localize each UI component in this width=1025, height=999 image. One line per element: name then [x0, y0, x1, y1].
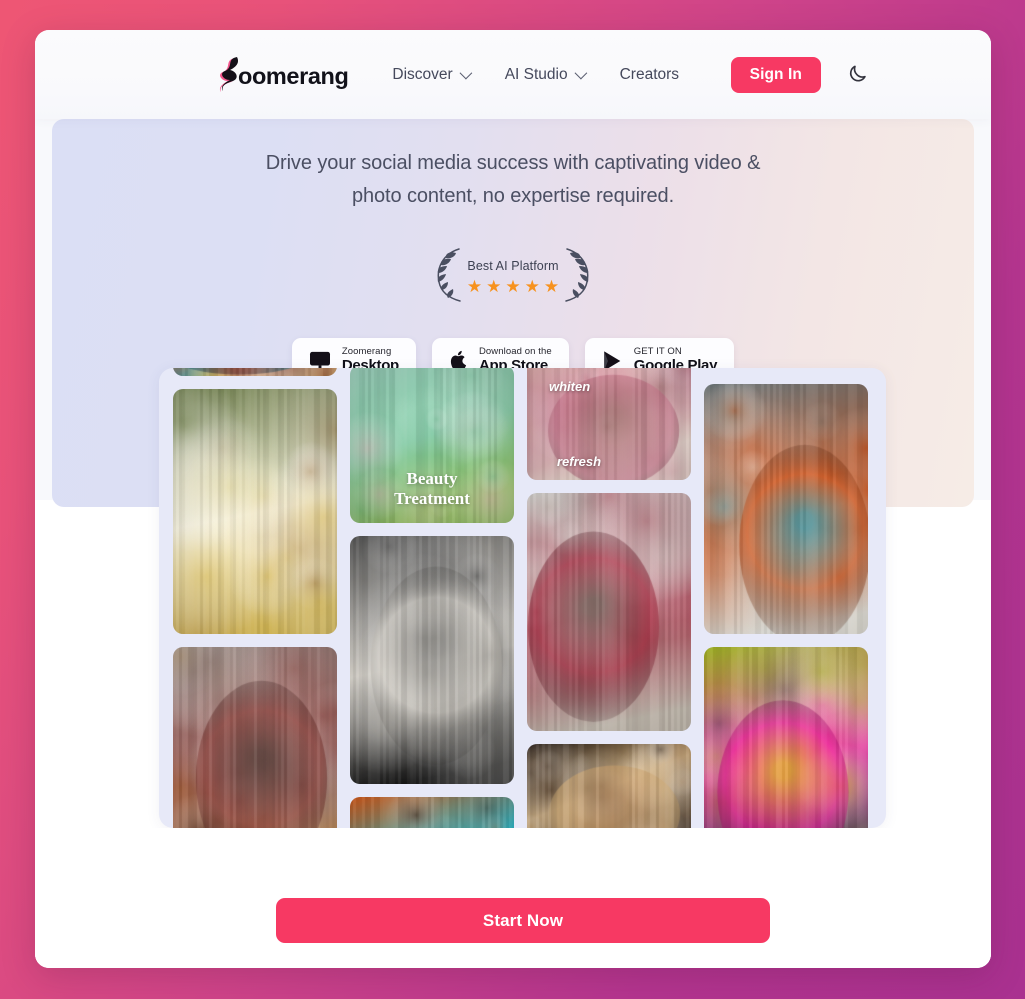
- site-header: oomerang Discover AI Studio Creators Sig…: [35, 30, 991, 119]
- nav-item-ai-studio[interactable]: AI Studio: [504, 65, 587, 84]
- gallery-card-horse-model-bw[interactable]: [350, 536, 514, 784]
- dark-mode-toggle-button[interactable]: [841, 59, 873, 91]
- gallery-column-1: [173, 368, 337, 828]
- nav-item-discover[interactable]: Discover: [392, 65, 472, 84]
- gallery-card-pink-pants-dance-thumbnail: [704, 647, 868, 828]
- desktop-button-top-label: Zoomerang: [341, 346, 392, 358]
- gallery-column-4: [704, 384, 868, 828]
- gallery-card-lips-closeup-thumbnail: [527, 368, 691, 480]
- gallery-card-horse-model-bw-thumbnail: [350, 536, 514, 784]
- chevron-down-icon: [459, 66, 472, 80]
- award-star-5-icon: ★: [543, 277, 560, 296]
- gallery-grid: Beauty Treatment whiten refresh: [173, 368, 873, 828]
- nav-item-creators-label: Creators: [619, 65, 680, 83]
- start-now-button[interactable]: Start Now: [276, 898, 770, 943]
- award-badge: Best AI Platform ★ ★ ★ ★ ★: [429, 246, 597, 308]
- gallery-card-red-dress-dance-thumbnail: [527, 493, 691, 731]
- gallery-card-redhead-fashion[interactable]: [704, 384, 868, 634]
- gallery-card-pink-pants-dance[interactable]: [704, 647, 868, 828]
- laurel-wreath-right-icon: [563, 246, 597, 309]
- gallery-card-wonder-woman-thumbnail: [173, 647, 337, 828]
- moon-icon: [847, 63, 868, 87]
- laurel-wreath-left-icon: [429, 246, 463, 309]
- primary-nav: Discover AI Studio Creators: [392, 66, 679, 84]
- header-actions: Sign In: [730, 30, 873, 119]
- nav-item-discover-label: Discover: [392, 65, 453, 83]
- award-label: Best AI Platform: [467, 259, 559, 273]
- award-star-1-icon: ★: [466, 277, 483, 296]
- gallery-card-superhero-comic-thumbnail: [173, 368, 337, 376]
- nav-item-creators[interactable]: Creators: [620, 66, 679, 84]
- gallery-card-plumeria-flowers[interactable]: [173, 389, 337, 634]
- nav-item-ai-studio-label: AI Studio: [504, 65, 568, 83]
- chevron-down-icon: [574, 66, 587, 80]
- gallery-card-blond-man-portrait-thumbnail: [527, 744, 691, 828]
- gallery-card-wonder-woman[interactable]: [173, 647, 337, 828]
- gallery-card-red-dress-dance[interactable]: [527, 493, 691, 731]
- content-gallery[interactable]: Beauty Treatment whiten refresh: [159, 368, 886, 828]
- gallery-card-blond-man-portrait[interactable]: [527, 744, 691, 828]
- gallery-card-lips-closeup[interactable]: whiten refresh: [527, 368, 691, 480]
- app-window-card: oomerang Discover AI Studio Creators Sig…: [35, 30, 991, 968]
- gallery-card-fire-ice-fantasy[interactable]: [350, 797, 514, 828]
- gallery-card-plumeria-flowers-thumbnail: [173, 389, 337, 634]
- award-star-3-icon: ★: [505, 277, 521, 296]
- zoomerang-logo[interactable]: oomerang: [215, 55, 349, 95]
- sign-in-button[interactable]: Sign In: [730, 56, 821, 93]
- logo-wordmark: oomerang: [238, 62, 349, 89]
- gallery-card-superhero-comic[interactable]: [173, 368, 337, 376]
- google-play-button-top-label: GET IT ON: [633, 346, 682, 358]
- gallery-card-beauty-treatment[interactable]: Beauty Treatment: [350, 368, 514, 523]
- gallery-card-beauty-treatment-thumbnail: [350, 368, 514, 523]
- award-star-4-icon: ★: [524, 277, 540, 296]
- gallery-column-2: Beauty Treatment: [350, 368, 514, 828]
- gallery-column-3: whiten refresh: [527, 368, 691, 828]
- gallery-card-fire-ice-fantasy-thumbnail: [350, 797, 514, 828]
- hero-subtitle: Drive your social media success with cap…: [265, 152, 761, 207]
- app-store-button-top-label: Download on the: [478, 346, 552, 358]
- award-star-2-icon: ★: [486, 277, 502, 296]
- award-star-rating: ★ ★ ★ ★ ★: [467, 278, 559, 295]
- gallery-card-redhead-fashion-thumbnail: [704, 384, 868, 634]
